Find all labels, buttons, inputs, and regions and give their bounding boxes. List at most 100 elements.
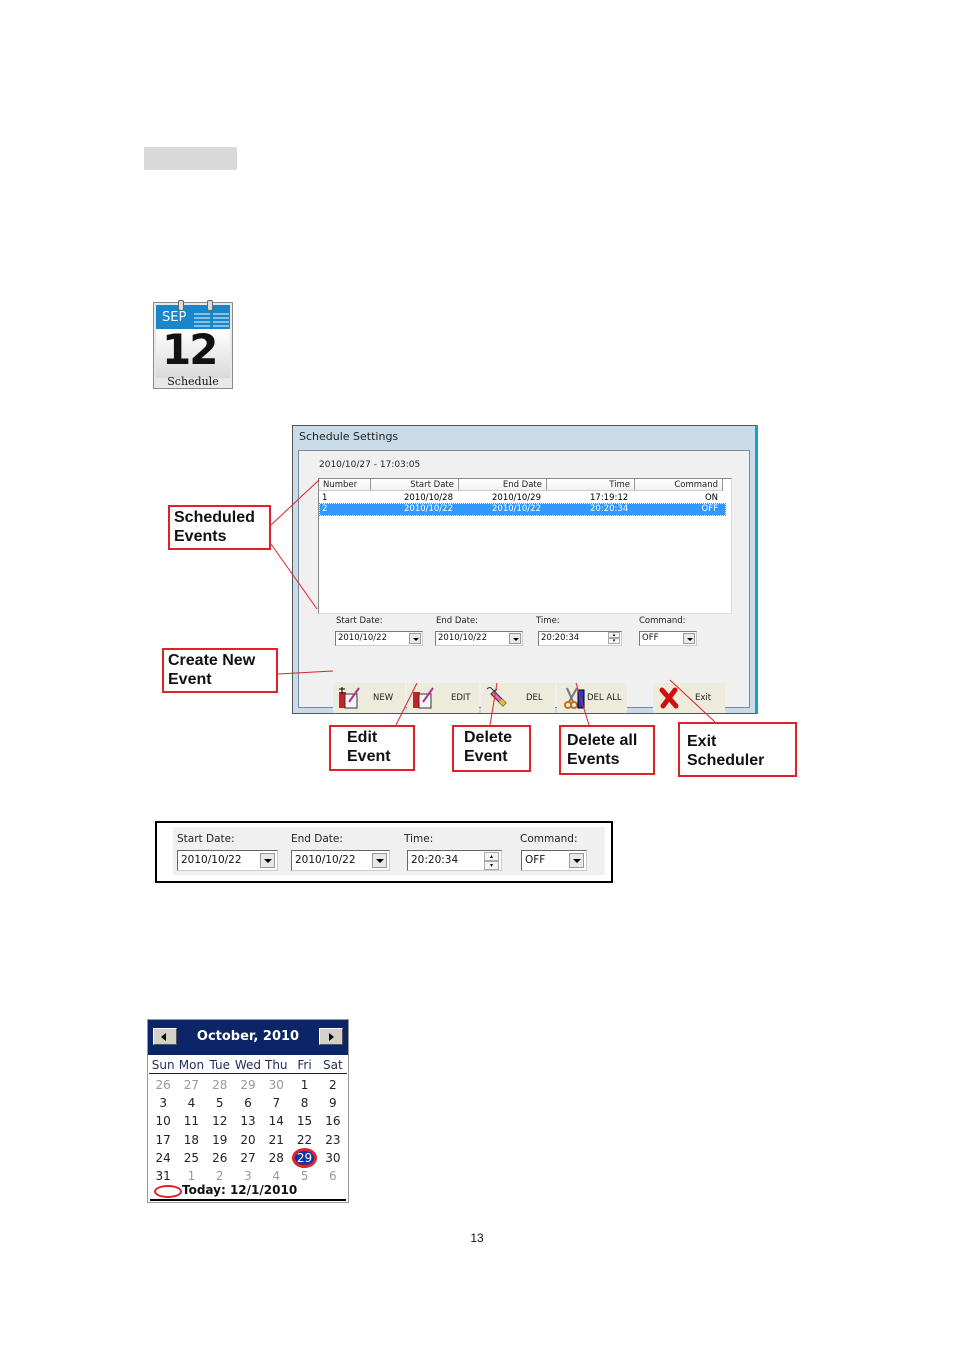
calendar-day[interactable]: 8 [290,1094,318,1112]
today-link[interactable]: Today: 12/1/2010 [150,1180,346,1201]
spin-buttons[interactable]: ▴ ▾ [608,632,620,645]
weekday-label: Wed [234,1058,262,1072]
cell-end-date: 2010/10/22 [492,504,541,514]
current-datetime: 2010/10/27 - 17:03:05 [319,460,421,470]
calendar-day[interactable]: 10 [149,1112,177,1130]
calendar-day[interactable]: 13 [234,1112,262,1130]
calendar-day[interactable]: 21 [262,1131,290,1149]
column-header-command[interactable]: Command [635,479,723,491]
weekday-header: Sun Mon Tue Wed Thu Fri Sat [149,1058,347,1074]
weekday-label: Fri [297,1058,312,1072]
calendar-day[interactable]: 5 [206,1094,234,1112]
time-spinner[interactable]: 20:20:34 ▴ ▾ [538,631,622,646]
calendar-day[interactable]: 19 [206,1131,234,1149]
calendar-day[interactable]: 17 [149,1131,177,1149]
del-all-button[interactable]: DEL ALL [557,683,627,713]
calendar-day[interactable]: 3 [149,1094,177,1112]
cell-end-date: 2010/10/29 [492,493,541,503]
calendar-day[interactable]: 12 [206,1112,234,1130]
ring-icon [207,300,213,311]
calendar-day[interactable]: 28 [262,1149,290,1167]
calendar-day-selected[interactable]: 29 [290,1147,318,1168]
calendar-month-title: October, 2010 [196,1029,300,1044]
end-date-picker[interactable]: 2010/10/22 [435,631,523,646]
start-date-picker[interactable]: 2010/10/22 [335,631,423,646]
start-date-picker[interactable]: 2010/10/22 [177,850,278,871]
calendar-day[interactable]: 9 [319,1094,347,1112]
chevron-down-icon[interactable] [569,853,584,868]
exit-x-icon [659,687,679,709]
events-list[interactable]: Number Start Date End Date Time Command … [318,478,732,614]
command-select[interactable]: OFF [521,850,587,871]
spin-up-icon[interactable]: ▴ [484,852,499,861]
calendar-day[interactable]: 26 [206,1149,234,1167]
event-row-selected[interactable]: 2 2010/10/22 2010/10/22 20:20:34 OFF [319,503,726,516]
spin-down-icon[interactable]: ▾ [484,861,499,870]
command-label: Command: [639,616,686,626]
chevron-down-icon[interactable] [683,633,695,644]
calendar-day[interactable]: 1 [290,1076,318,1094]
calendar-day[interactable]: 15 [290,1112,318,1130]
calendar-day[interactable]: 14 [262,1112,290,1130]
calendar-day[interactable]: 6 [234,1094,262,1112]
end-date-picker[interactable]: 2010/10/22 [291,850,390,871]
calendar-day[interactable]: 27 [234,1149,262,1167]
calendar-day[interactable]: 2 [319,1076,347,1094]
calendar-day[interactable]: 7 [262,1094,290,1112]
schedule-app-icon[interactable]: SEP 12 Schedule [153,300,233,389]
calendar-day[interactable]: 16 [319,1112,347,1130]
column-header-end-date[interactable]: End Date [459,479,547,491]
fields-detail-panel: Start Date: End Date: Time: Command: 201… [155,821,613,883]
calendar-day[interactable]: 23 [319,1131,347,1149]
column-header-start-date[interactable]: Start Date [371,479,459,491]
callout-create-new-event: Create New Event [162,648,278,693]
chevron-down-icon[interactable] [509,633,521,644]
start-date-value: 2010/10/22 [338,633,387,643]
calendar-day[interactable]: 4 [177,1094,205,1112]
weekday-label: Sun [151,1058,175,1072]
command-select[interactable]: OFF [639,631,697,646]
chevron-down-icon[interactable] [409,633,421,644]
column-header-time[interactable]: Time [547,479,635,491]
calendar-day[interactable]: 27 [177,1076,205,1094]
spin-down-icon[interactable]: ▾ [608,638,620,644]
time-value: 20:20:34 [541,633,580,643]
next-month-button[interactable] [319,1028,343,1045]
new-label: NEW [373,693,394,703]
calendar-day[interactable]: 30 [262,1076,290,1094]
del-button[interactable]: DEL [481,683,555,713]
callout-line: Delete [464,729,513,746]
new-button[interactable]: NEW [333,683,405,713]
calendar-day[interactable]: 28 [206,1076,234,1094]
column-header-number[interactable]: Number [319,479,371,491]
calendar-day[interactable]: 29 [234,1076,262,1094]
calendar-day[interactable]: 30 [319,1149,347,1167]
time-spinner[interactable]: 20:20:34 ▴ ▾ [407,850,502,871]
month-calendar: October, 2010 Sun Mon Tue Wed Thu Fri Sat 26 27… [147,1019,349,1203]
start-date-label: Start Date: [177,833,235,845]
spin-buttons[interactable]: ▴ ▾ [484,852,499,870]
icon-day: 12 [162,325,218,374]
calendar-week-row: 10 11 12 13 14 15 16 [149,1112,347,1130]
calendar-day[interactable]: 26 [149,1076,177,1094]
chevron-down-icon[interactable] [372,853,387,868]
eraser-icon [486,687,507,707]
callout-line: Scheduled [174,509,255,526]
calendar-day[interactable]: 24 [149,1149,177,1167]
calendar-day[interactable]: 22 [290,1131,318,1149]
new-event-icon [339,687,360,709]
end-date-label: End Date: [436,616,479,626]
calendar-day[interactable]: 25 [177,1149,205,1167]
exit-button[interactable]: Exit [653,683,725,713]
page-number: 13 [470,1231,484,1245]
calendar-day[interactable]: 20 [234,1131,262,1149]
callout-line: Scheduler [687,752,765,769]
scissors-icon [564,687,585,709]
edit-button[interactable]: EDIT [407,683,479,713]
callout-edit-event: Edit Event [329,725,415,771]
event-row[interactable]: 1 2010/10/28 2010/10/29 17:19:12 ON [319,493,724,504]
calendar-day[interactable]: 11 [177,1112,205,1130]
chevron-down-icon[interactable] [260,853,275,868]
calendar-day[interactable]: 18 [177,1131,205,1149]
time-label: Time: [404,833,434,845]
